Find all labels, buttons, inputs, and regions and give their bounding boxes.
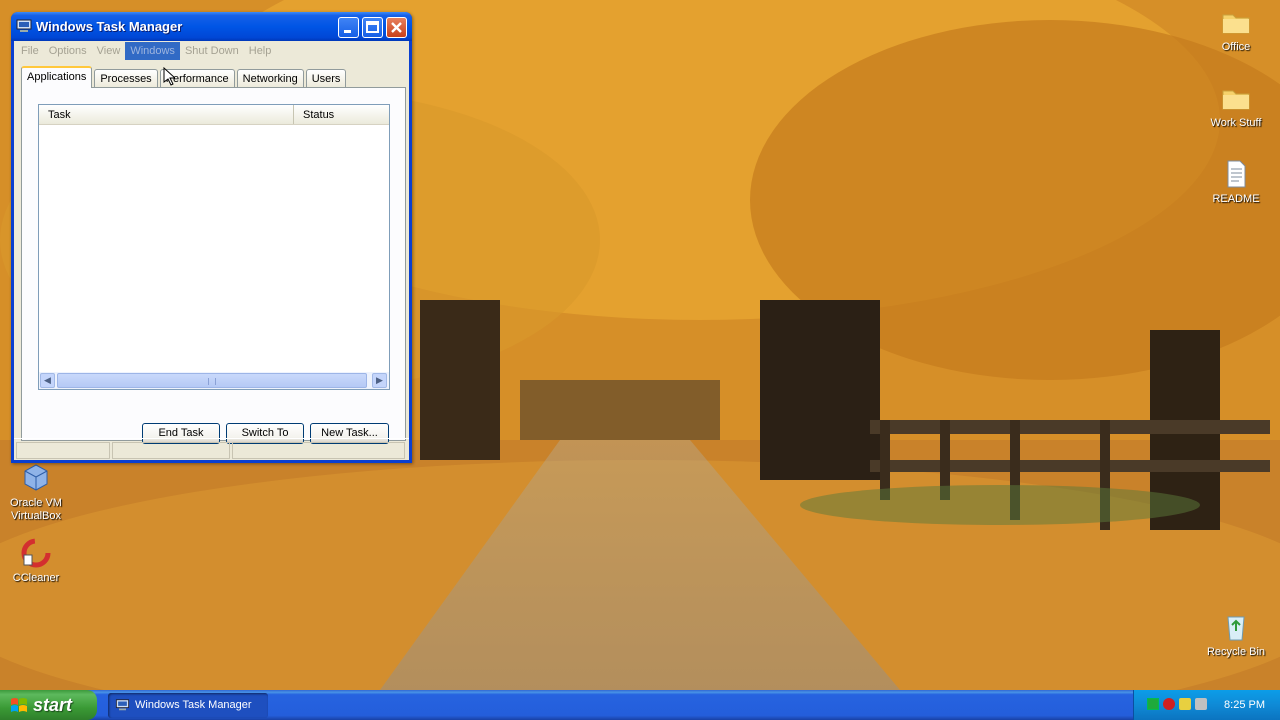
desktop-icon-work-stuff[interactable]: Work Stuff: [1201, 82, 1271, 130]
desktop-icon-ccleaner[interactable]: CCleaner: [1, 537, 71, 585]
tab-users[interactable]: Users: [305, 69, 347, 88]
scroll-thumb[interactable]: [57, 373, 367, 388]
system-tray: 8:25 PM: [1133, 690, 1280, 720]
taskbar-button-task-manager[interactable]: Windows Task Manager: [108, 693, 268, 718]
desktop-icon-label: Office: [1221, 41, 1251, 53]
menu-help[interactable]: Help: [244, 42, 277, 60]
window-client: File Options View Windows Shut Down Help…: [14, 41, 409, 460]
folder-icon: [1222, 90, 1250, 110]
task-list[interactable]: Task Status ◀ ▶: [38, 104, 390, 390]
ccleaner-icon: [21, 538, 51, 568]
menu-windows[interactable]: Windows: [125, 41, 180, 60]
menu-file[interactable]: File: [16, 42, 44, 60]
desktop-icon-virtualbox[interactable]: Oracle VM VirtualBox: [1, 462, 71, 523]
list-header: Task Status: [39, 105, 389, 125]
mouse-cursor-icon: [163, 67, 175, 86]
desktop-icon-office[interactable]: Office: [1201, 6, 1271, 54]
menu-options[interactable]: Options: [44, 42, 92, 60]
status-bar: [14, 438, 409, 460]
close-icon: [391, 22, 402, 33]
status-pane-cpu: [112, 442, 230, 459]
document-icon: [1227, 160, 1246, 188]
tab-strip: Applications Processes Performance Netwo…: [21, 66, 348, 88]
window-title: Windows Task Manager: [36, 19, 183, 34]
status-pane-memory: [232, 442, 405, 459]
task-manager-window[interactable]: Windows Task Manager File Options View W…: [11, 12, 412, 463]
tray-network-icon[interactable]: [1179, 698, 1191, 710]
tab-processes[interactable]: Processes: [94, 69, 158, 88]
recycle-bin-icon: [1227, 616, 1245, 641]
menu-view[interactable]: View: [92, 42, 126, 60]
menu-shut-down[interactable]: Shut Down: [180, 42, 244, 60]
tab-networking[interactable]: Networking: [236, 69, 304, 88]
computer-icon: [115, 699, 130, 711]
folder-icon: [1222, 14, 1250, 34]
desktop-icon-label: CCleaner: [12, 572, 60, 584]
maximize-button[interactable]: [362, 17, 383, 38]
desktop-icon-label: Work Stuff: [1210, 117, 1262, 129]
horizontal-scrollbar[interactable]: ◀ ▶: [39, 372, 389, 389]
tab-applications[interactable]: Applications: [21, 66, 93, 88]
desktop-icon-label: README: [1212, 193, 1260, 205]
column-header-status[interactable]: Status: [294, 105, 389, 124]
scroll-grip: [208, 378, 216, 385]
start-button[interactable]: start: [0, 690, 97, 720]
start-label: start: [33, 695, 73, 715]
virtualbox-icon: [24, 464, 48, 491]
menu-bar: File Options View Windows Shut Down Help: [14, 41, 409, 60]
desktop-icon-recycle-bin[interactable]: Recycle Bin: [1201, 611, 1271, 659]
tray-antivirus-icon[interactable]: [1163, 698, 1175, 710]
taskbar-button-label: Windows Task Manager: [135, 699, 252, 711]
scroll-left-button[interactable]: ◀: [40, 373, 55, 388]
desktop-icon-label: Oracle VM VirtualBox: [10, 497, 62, 522]
desktop-icon-readme[interactable]: README: [1201, 158, 1271, 206]
maximize-icon: [366, 21, 379, 33]
computer-icon: [16, 19, 32, 32]
applications-panel: Task Status ◀ ▶: [21, 87, 406, 441]
minimize-button[interactable]: [338, 17, 359, 38]
close-button[interactable]: [386, 17, 407, 38]
desktop-icon-label: Recycle Bin: [1206, 646, 1266, 658]
tray-volume-icon[interactable]: [1195, 698, 1207, 710]
taskbar: start Windows Task Manager 8:25 PM: [0, 690, 1280, 720]
minimize-icon: [344, 30, 351, 33]
column-header-task[interactable]: Task: [39, 105, 294, 124]
status-pane-processes: [16, 442, 110, 459]
title-bar[interactable]: Windows Task Manager: [11, 12, 412, 41]
clock[interactable]: 8:25 PM: [1224, 690, 1265, 720]
windows-flag-icon: [11, 698, 27, 712]
scroll-right-button[interactable]: ▶: [372, 373, 387, 388]
tray-task-manager-icon[interactable]: [1147, 698, 1159, 710]
